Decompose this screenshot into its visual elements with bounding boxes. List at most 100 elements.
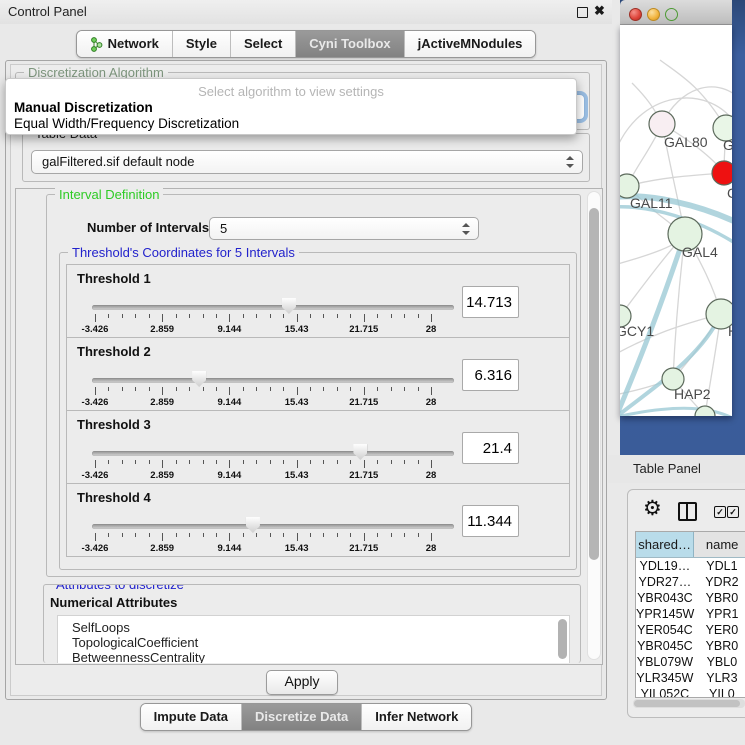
numerical-attributes-label: Numerical Attributes [50, 595, 177, 610]
gear-icon[interactable]: ⚙ [643, 496, 662, 521]
apply-button[interactable]: Apply [266, 670, 338, 695]
dropdown-item[interactable]: Manual Discretization [14, 100, 153, 115]
attribute-list-item[interactable]: BetweennessCentrality [58, 650, 569, 663]
settings-scrollbar-thumb[interactable] [589, 208, 599, 560]
tick-mark [377, 460, 378, 464]
table-row[interactable]: YPR145WYPR1 [636, 606, 745, 622]
threshold-value-field[interactable]: 11.344 [462, 505, 519, 537]
tab-label: Impute Data [154, 708, 228, 726]
slider-thumb[interactable] [192, 371, 206, 387]
tab-infer-network[interactable]: Infer Network [361, 704, 471, 730]
tick-mark [431, 533, 432, 541]
node-label: G [723, 137, 732, 153]
split-columns-icon[interactable] [678, 502, 697, 521]
threshold-label: Threshold 2 [77, 344, 151, 359]
tab-impute-data[interactable]: Impute Data [141, 704, 241, 730]
settings-scroll-panel: Interval Definition Number of Intervals … [15, 188, 603, 665]
table-row[interactable]: YBR043CYBR0 [636, 590, 745, 606]
tick-mark [431, 387, 432, 395]
tick-mark [189, 387, 190, 391]
threshold-value-field[interactable]: 21.4 [462, 432, 519, 464]
node-label: GAL80 [664, 134, 708, 150]
slider-track[interactable] [92, 378, 454, 383]
top-tab-bar: NetworkStyleSelectCyni Toolbox jActiveMNo… [0, 30, 612, 58]
tick-mark [189, 533, 190, 537]
tab-discretize-data[interactable]: Discretize Data [241, 704, 361, 730]
table-row[interactable]: YDR27…YDR2 [636, 574, 745, 590]
tick-mark [391, 387, 392, 391]
table-data-combobox[interactable]: galFiltered.sif default node [31, 150, 583, 174]
attributes-list-scrollbar[interactable] [558, 619, 567, 659]
attribute-list-item[interactable]: TopologicalCoefficient [58, 635, 569, 650]
slider-ticks [95, 460, 431, 469]
zoom-traffic-light-icon[interactable] [665, 8, 678, 21]
tick-label: -3.426 [82, 324, 109, 335]
tick-mark [297, 460, 298, 468]
table-row[interactable]: YBR045CYBR0 [636, 638, 745, 654]
float-window-icon[interactable] [577, 7, 588, 18]
tick-mark [404, 460, 405, 464]
tick-mark [418, 460, 419, 464]
minimize-traffic-light-icon[interactable] [647, 8, 660, 21]
node-label: GAL4 [682, 244, 718, 260]
network-canvas[interactable]: GAL80GCGAL11GAL4GCY1HHAP2 [620, 25, 732, 416]
attributes-group-title: Attributes to discretize [52, 584, 188, 592]
num-intervals-combobox[interactable]: 5 [209, 217, 479, 240]
slider-track[interactable] [92, 451, 454, 456]
close-icon[interactable]: ✖ [594, 3, 605, 19]
tab-label: Infer Network [375, 708, 458, 726]
tab-select[interactable]: Select [230, 31, 295, 57]
tick-mark [323, 460, 324, 464]
column-header-name[interactable]: name [694, 532, 745, 557]
tick-mark [149, 460, 150, 464]
table-row[interactable]: YIL052CYIL0 [636, 686, 745, 698]
tick-label: 15.43 [285, 324, 309, 335]
column-header-shared-name[interactable]: shared… [636, 532, 694, 557]
slider-track[interactable] [92, 524, 454, 529]
tick-mark [283, 387, 284, 391]
tick-mark [229, 314, 230, 322]
attribute-list-item[interactable]: SelfLoops [58, 620, 569, 635]
slider-thumb[interactable] [353, 444, 367, 460]
tab-cyni-toolbox[interactable]: Cyni Toolbox [295, 31, 403, 57]
checkbox-checked-icon[interactable]: ✓ [714, 506, 726, 518]
tab-label: jActiveMNodules [418, 35, 523, 53]
tick-mark [122, 314, 123, 318]
tick-label: 21.715 [349, 543, 378, 554]
tick-mark [149, 387, 150, 391]
threshold-value-field[interactable]: 6.316 [462, 359, 519, 391]
tick-mark [135, 387, 136, 391]
table-panel-titlebar: Table Panel [608, 455, 745, 483]
table-row[interactable]: YER054CYER0 [636, 622, 745, 638]
table-row[interactable]: YBL079WYBL0 [636, 654, 745, 670]
interval-definition-title: Interval Definition [55, 187, 163, 202]
tab-network[interactable]: Network [77, 31, 172, 57]
tick-mark [391, 460, 392, 464]
table-row[interactable]: YLR345WYLR3 [636, 670, 745, 686]
tab-jactivemnodules[interactable]: jActiveMNodules [404, 31, 536, 57]
tick-label: 21.715 [349, 324, 378, 335]
checkbox-checked-icon[interactable]: ✓ [727, 506, 739, 518]
dropdown-item[interactable]: Equal Width/Frequency Discretization [14, 116, 239, 131]
threshold-value-field[interactable]: 14.713 [462, 286, 519, 318]
tick-mark [270, 314, 271, 318]
tick-mark [323, 387, 324, 391]
tick-label: -3.426 [82, 543, 109, 554]
tick-mark [216, 314, 217, 318]
table-hscroll-thumb[interactable] [634, 700, 740, 707]
settings-scrollbar[interactable] [587, 191, 601, 660]
table-horizontal-scrollbar[interactable] [633, 699, 745, 708]
close-traffic-light-icon[interactable] [629, 8, 642, 21]
slider-track[interactable] [92, 305, 454, 310]
tick-mark [95, 533, 96, 541]
table-row[interactable]: YDL19…YDL1 [636, 558, 745, 574]
attributes-list[interactable]: SelfLoopsTopologicalCoefficientBetweenne… [57, 615, 570, 663]
thresholds-group: Threshold's Coordinates for 5 Intervals … [59, 252, 577, 570]
cell-name: YBR0 [694, 638, 745, 654]
slider-thumb[interactable] [282, 298, 296, 314]
tab-style[interactable]: Style [172, 31, 230, 57]
cell-name: YER0 [694, 622, 745, 638]
slider-thumb[interactable] [246, 517, 260, 533]
tick-mark [337, 387, 338, 391]
network-node-c[interactable] [712, 161, 732, 185]
